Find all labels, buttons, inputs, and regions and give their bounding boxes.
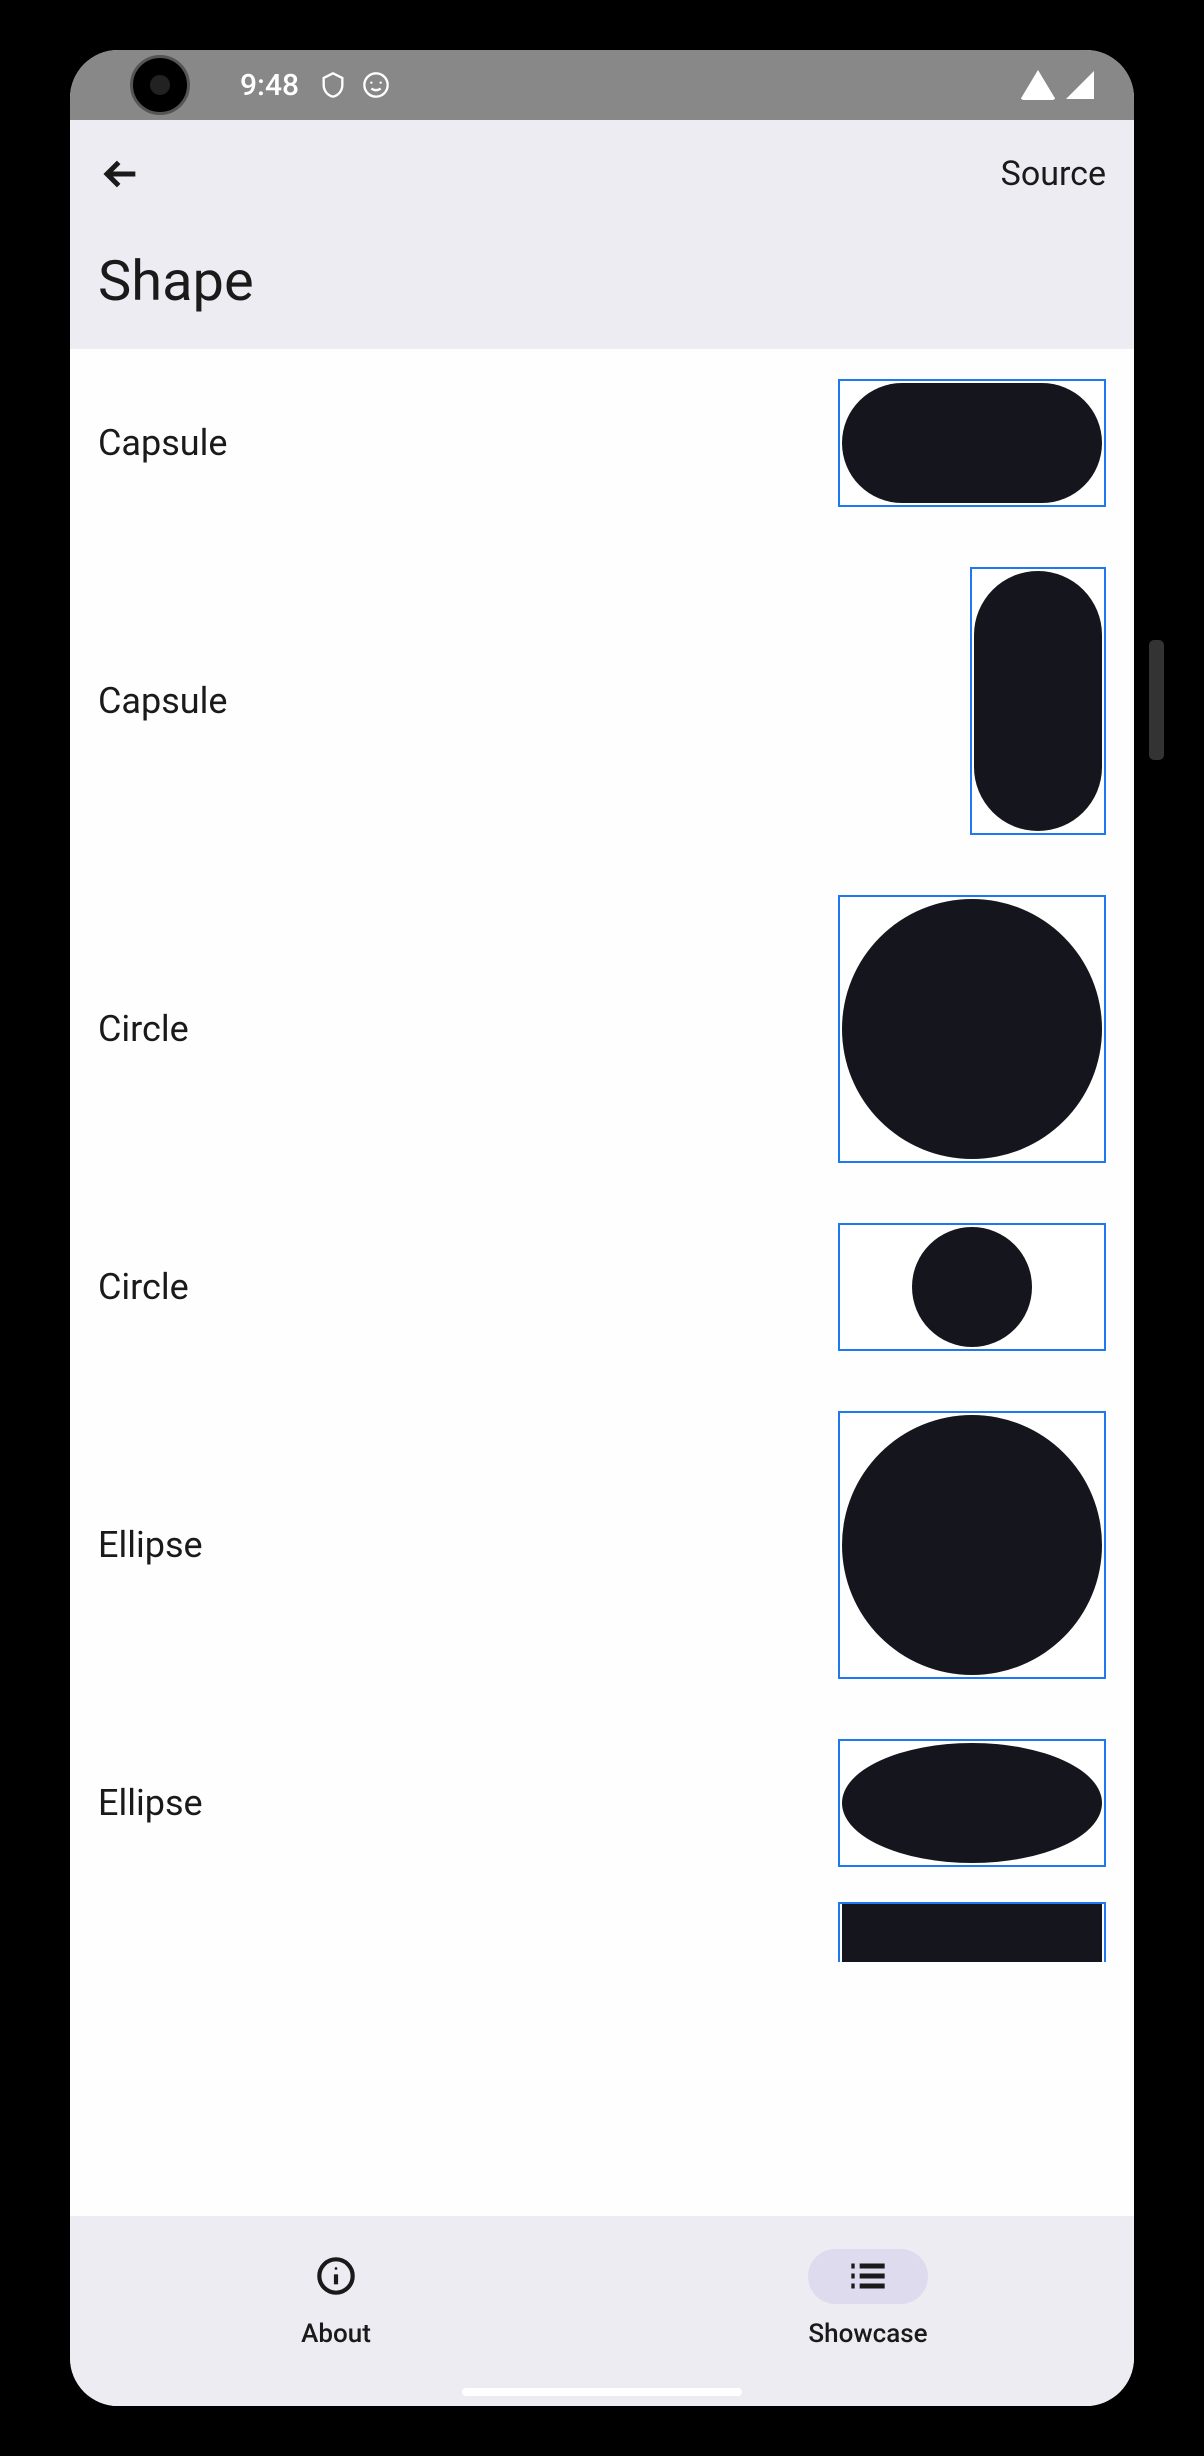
- shape-preview-box: [838, 1739, 1106, 1867]
- back-button[interactable]: [98, 150, 146, 198]
- nav-label-showcase: Showcase: [808, 2319, 927, 2349]
- home-indicator[interactable]: [462, 2388, 742, 2396]
- nav-item-showcase[interactable]: Showcase: [602, 2216, 1134, 2381]
- camera-hole: [130, 55, 190, 115]
- shape-row-circle-small: Circle: [70, 1193, 1134, 1381]
- nav-item-about[interactable]: About: [70, 2216, 602, 2381]
- info-icon: [316, 2256, 356, 2296]
- shape-preview-box: [838, 379, 1106, 507]
- circle-large-shape: [842, 899, 1102, 1159]
- shape-row-partial: [70, 1897, 1134, 1962]
- shape-label: Ellipse: [98, 1524, 203, 1566]
- header-top: Source: [98, 150, 1106, 198]
- shape-preview-box: [838, 1223, 1106, 1351]
- content-scroll[interactable]: Capsule Capsule Circle Circle: [70, 349, 1134, 2216]
- circle-small-shape: [912, 1227, 1032, 1347]
- status-time: 9:48: [240, 68, 299, 103]
- shape-row-ellipse-wide: Ellipse: [70, 1709, 1134, 1897]
- shape-preview-box: [838, 895, 1106, 1163]
- shape-label: Capsule: [98, 680, 228, 722]
- rect-shape-partial: [842, 1904, 1102, 1962]
- shape-label: Circle: [98, 1008, 189, 1050]
- shape-label: Capsule: [98, 422, 228, 464]
- back-arrow-icon: [102, 154, 142, 194]
- nav-icon-wrap: [276, 2249, 396, 2304]
- shape-row-capsule-h: Capsule: [70, 349, 1134, 537]
- source-button[interactable]: Source: [1001, 154, 1106, 194]
- wifi-icon: [1020, 70, 1056, 100]
- shield-icon: [319, 71, 347, 99]
- shape-row-ellipse-large: Ellipse: [70, 1381, 1134, 1709]
- shape-row-circle-large: Circle: [70, 865, 1134, 1193]
- shape-preview-box: [838, 1411, 1106, 1679]
- ellipse-large-shape: [842, 1415, 1102, 1675]
- shape-label: Circle: [98, 1266, 189, 1308]
- device-side-button: [1149, 640, 1164, 760]
- nav-label-about: About: [301, 2319, 371, 2349]
- capsule-horizontal-shape: [842, 383, 1102, 503]
- face-icon: [362, 71, 390, 99]
- page-title: Shape: [98, 248, 1106, 314]
- status-icons-left: [319, 71, 390, 99]
- bottom-nav: About Showcase: [70, 2216, 1134, 2406]
- nav-icon-wrap-active: [808, 2249, 928, 2304]
- ellipse-wide-shape: [842, 1743, 1102, 1863]
- shape-label: Ellipse: [98, 1782, 203, 1824]
- list-icon: [848, 2261, 888, 2291]
- shape-preview-box-partial: [838, 1902, 1106, 1962]
- status-icons-right: [1020, 70, 1094, 100]
- shape-row-capsule-v: Capsule: [70, 537, 1134, 865]
- device-frame: 9:48: [55, 35, 1149, 2421]
- shape-preview-box: [970, 567, 1106, 835]
- status-bar: 9:48: [70, 50, 1134, 120]
- app-header: Source Shape: [70, 120, 1134, 349]
- screen: 9:48: [70, 50, 1134, 2406]
- capsule-vertical-shape: [974, 571, 1102, 831]
- signal-icon: [1066, 71, 1094, 99]
